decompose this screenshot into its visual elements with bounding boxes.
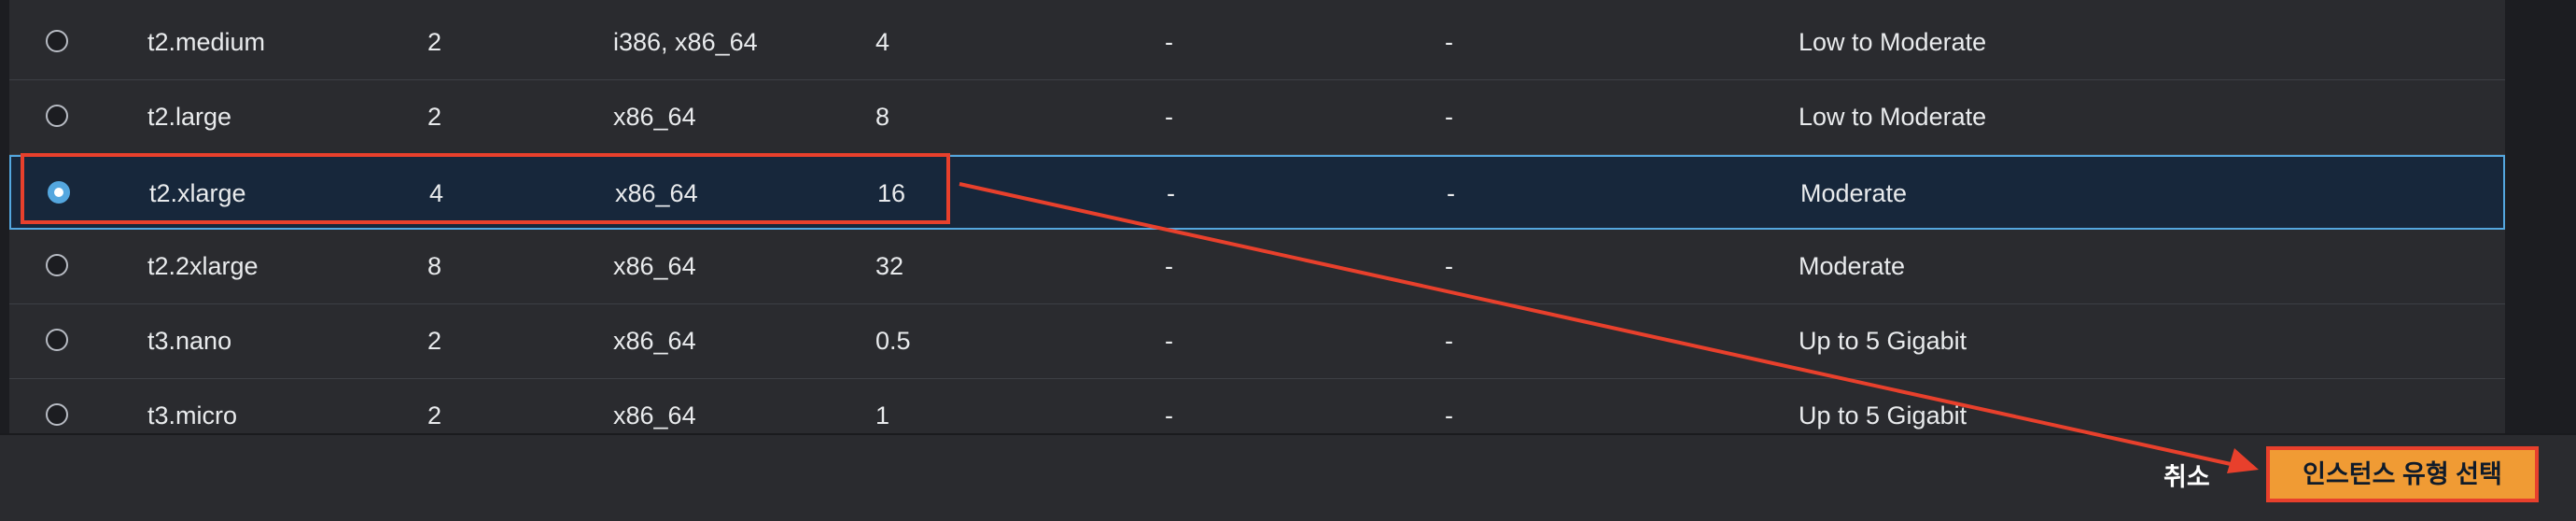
table-row[interactable]: t2.large 2 x86_64 8 - - Low to Moderate xyxy=(9,80,2505,155)
network-performance-value: Low to Moderate xyxy=(1799,103,1987,131)
architecture-value: x86_64 xyxy=(613,327,696,355)
table-row[interactable]: t3.micro 2 x86_64 1 - - Up to 5 Gigabit xyxy=(9,379,2505,433)
network-performance-value: Moderate xyxy=(1799,252,1906,280)
instance-type-name: t2.large xyxy=(147,103,232,131)
storage-value: - xyxy=(1167,179,1175,207)
instance-type-name: t3.nano xyxy=(147,327,232,355)
storage-value: - xyxy=(1165,28,1173,56)
vcpu-value: 4 xyxy=(429,179,444,207)
network-performance-value: Up to 5 Gigabit xyxy=(1799,401,1967,429)
vcpu-value: 2 xyxy=(427,103,442,131)
architecture-value: x86_64 xyxy=(613,252,696,280)
row-radio-button[interactable] xyxy=(46,254,68,276)
vcpu-value: 2 xyxy=(427,327,442,355)
instance-type-name: t2.2xlarge xyxy=(147,252,259,280)
storage-value: - xyxy=(1165,252,1173,280)
memory-value: 0.5 xyxy=(875,327,911,355)
storage-value: - xyxy=(1165,401,1173,429)
storage-type-value: - xyxy=(1445,28,1453,56)
row-radio-button[interactable] xyxy=(46,403,68,426)
instance-type-table: t2.medium 2 i386, x86_64 4 - - Low to Mo… xyxy=(9,0,2505,433)
architecture-value: x86_64 xyxy=(615,179,698,207)
row-radio-button[interactable] xyxy=(46,329,68,351)
storage-type-value: - xyxy=(1445,103,1453,131)
network-performance-value: Up to 5 Gigabit xyxy=(1799,327,1967,355)
memory-value: 32 xyxy=(875,252,904,280)
memory-value: 1 xyxy=(875,401,890,429)
table-row[interactable]: t2.2xlarge 8 x86_64 32 - - Moderate xyxy=(9,230,2505,304)
instance-type-dialog: t2.medium 2 i386, x86_64 4 - - Low to Mo… xyxy=(0,0,2576,521)
memory-value: 16 xyxy=(877,179,906,207)
architecture-value: i386, x86_64 xyxy=(613,28,758,56)
instance-type-name: t3.micro xyxy=(147,401,238,429)
select-instance-type-button[interactable]: 인스턴스 유형 선택 xyxy=(2266,446,2539,502)
dialog-footer: 취소 인스턴스 유형 선택 xyxy=(0,433,2576,521)
table-row-selected[interactable]: t2.xlarge 4 x86_64 16 - - Moderate xyxy=(9,155,2505,230)
row-radio-button-checked[interactable] xyxy=(48,181,70,204)
instance-type-name: t2.medium xyxy=(147,28,266,56)
storage-type-value: - xyxy=(1445,327,1453,355)
storage-value: - xyxy=(1165,103,1173,131)
table-row[interactable]: t2.medium 2 i386, x86_64 4 - - Low to Mo… xyxy=(9,6,2505,80)
storage-value: - xyxy=(1165,327,1173,355)
vcpu-value: 2 xyxy=(427,401,442,429)
vcpu-value: 8 xyxy=(427,252,442,280)
network-performance-value: Low to Moderate xyxy=(1799,28,1987,56)
vcpu-value: 2 xyxy=(427,28,442,56)
architecture-value: x86_64 xyxy=(613,401,696,429)
network-performance-value: Moderate xyxy=(1800,179,1908,207)
architecture-value: x86_64 xyxy=(613,103,696,131)
memory-value: 8 xyxy=(875,103,890,131)
table-row[interactable]: t3.nano 2 x86_64 0.5 - - Up to 5 Gigabit xyxy=(9,304,2505,379)
row-radio-button[interactable] xyxy=(46,30,68,52)
row-radio-button[interactable] xyxy=(46,105,68,127)
storage-type-value: - xyxy=(1447,179,1455,207)
instance-type-name: t2.xlarge xyxy=(149,179,246,207)
cancel-button[interactable]: 취소 xyxy=(2163,456,2210,499)
storage-type-value: - xyxy=(1445,252,1453,280)
memory-value: 4 xyxy=(875,28,890,56)
storage-type-value: - xyxy=(1445,401,1453,429)
